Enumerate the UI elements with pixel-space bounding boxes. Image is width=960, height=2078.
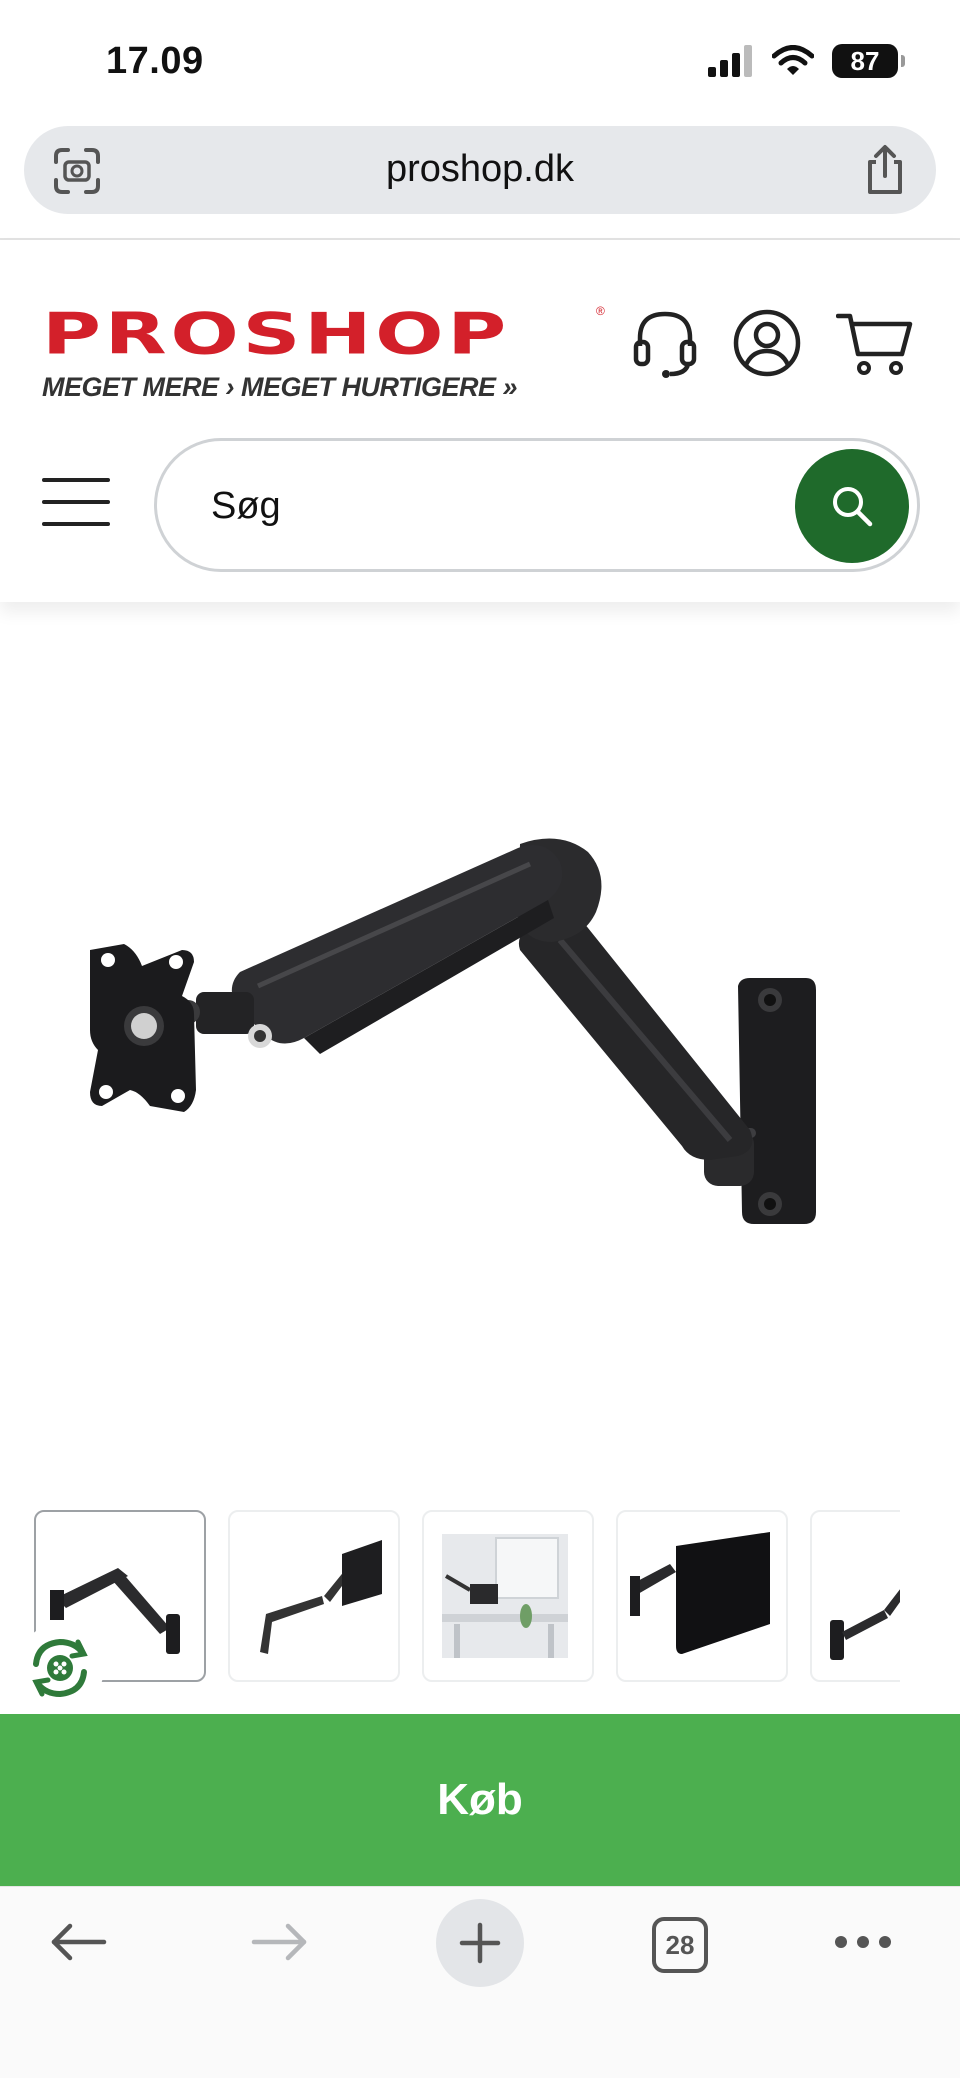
logo-tagline: MEGET MERE › MEGET HURTIGERE »: [42, 372, 518, 402]
search-button[interactable]: [795, 449, 909, 563]
thumbnail-2[interactable]: [228, 1510, 400, 1682]
buy-button[interactable]: Køb: [0, 1714, 960, 1886]
menu-icon-line: [42, 478, 110, 482]
search-input[interactable]: Søg: [154, 438, 920, 572]
battery-indicator: 87: [832, 44, 905, 78]
address-bar[interactable]: proshop.dk: [24, 126, 936, 214]
proshop-logo[interactable]: PROSHOP ® MEGET MERE › MEGET HURTIGERE »: [42, 304, 605, 403]
new-tab-button[interactable]: [436, 1899, 524, 1987]
more-dots-icon: [835, 1936, 891, 1948]
headset-icon[interactable]: [628, 306, 702, 380]
page: 17.09 87 proshop.dk PROSHOP ® MEGET MERE…: [0, 0, 960, 2078]
back-arrow-icon: [51, 1923, 107, 1961]
thumbnail-3[interactable]: [422, 1510, 594, 1682]
menu-button[interactable]: [42, 478, 110, 528]
more-options-button[interactable]: [830, 1887, 896, 1997]
back-button[interactable]: [38, 1887, 118, 1997]
logo-wordmark: PROSHOP: [42, 300, 510, 368]
tab-switcher-button[interactable]: 28: [652, 1917, 708, 1973]
forward-arrow-icon: [251, 1923, 307, 1961]
status-bar: 17.09 87: [0, 0, 960, 120]
wifi-icon: [772, 45, 814, 75]
share-icon[interactable]: [862, 144, 908, 196]
site-header: PROSHOP ® MEGET MERE › MEGET HURTIGERE »: [0, 240, 960, 602]
thumbnail-4[interactable]: [616, 1510, 788, 1682]
thumbnail-strip: [34, 1510, 900, 1682]
menu-icon-line: [42, 500, 110, 504]
plus-icon: [459, 1922, 501, 1964]
buy-button-label: Køb: [437, 1775, 523, 1824]
search-placeholder: Søg: [211, 485, 281, 527]
forward-button[interactable]: [240, 1887, 320, 1997]
thumbnail-5[interactable]: [810, 1510, 900, 1682]
status-time: 17.09: [106, 40, 204, 82]
product-image-monitor-arm[interactable]: [90, 800, 830, 1250]
recycle-badge-icon[interactable]: [16, 1624, 104, 1712]
url-text[interactable]: proshop.dk: [24, 148, 936, 191]
cellular-signal-icon: [708, 45, 752, 77]
search-icon: [833, 487, 873, 527]
logo-registered-mark: ®: [596, 304, 605, 318]
account-icon[interactable]: [730, 306, 804, 380]
status-icons: 87: [708, 44, 905, 78]
browser-toolbar: 28: [0, 1886, 960, 2078]
menu-icon-line: [42, 522, 110, 526]
cart-icon[interactable]: [836, 306, 916, 380]
